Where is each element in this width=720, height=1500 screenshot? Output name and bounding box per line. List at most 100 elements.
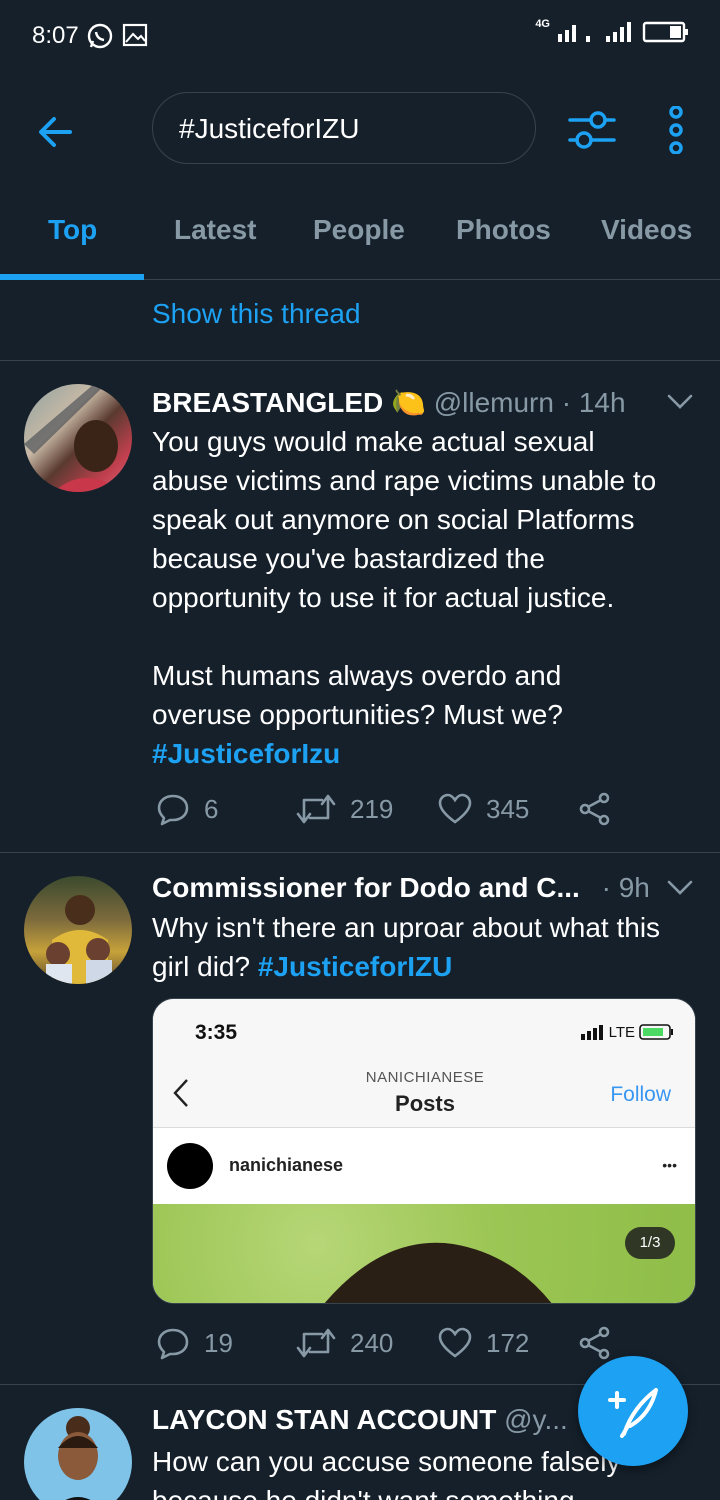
tweet-line: because you've bastardized the bbox=[152, 543, 545, 574]
back-button[interactable] bbox=[32, 108, 80, 156]
tweet-text: Why isn't there an uproar about what thi… bbox=[152, 908, 700, 986]
network-type: 4G bbox=[535, 18, 550, 30]
tweet-line: Must humans always overdo and bbox=[152, 660, 562, 691]
tweet-line: speak out anymore on social Platforms bbox=[152, 504, 635, 535]
embedded-follow-button: Follow bbox=[610, 1083, 671, 1106]
more-options-button[interactable] bbox=[660, 105, 692, 155]
embedded-status-icons: LTE bbox=[580, 1023, 675, 1041]
like-count: 345 bbox=[486, 793, 530, 824]
display-name[interactable]: LAYCON STAN ACCOUNT bbox=[152, 1404, 496, 1435]
embedded-signal-icon bbox=[580, 1025, 603, 1040]
embedded-username: nanichianese bbox=[229, 1155, 344, 1175]
status-system-icons: 4G bbox=[535, 18, 690, 44]
status-bar: 8:07 4G bbox=[0, 0, 720, 72]
avatar[interactable] bbox=[24, 876, 132, 984]
lemon-emoji: 🍋 bbox=[391, 387, 426, 418]
tab-top[interactable]: Top bbox=[48, 214, 97, 246]
tweet-line: overuse opportunities? Must we? bbox=[152, 699, 563, 730]
divider bbox=[0, 360, 720, 361]
username-handle: @y... bbox=[504, 1404, 568, 1435]
retweet-button[interactable]: 219 bbox=[296, 792, 393, 826]
tweet-header: Commissioner for Dodo and C... · 9h bbox=[152, 872, 650, 904]
avatar[interactable] bbox=[24, 384, 132, 492]
embedded-network: LTE bbox=[608, 1023, 635, 1041]
retweet-icon bbox=[296, 794, 336, 824]
status-notification-icons bbox=[86, 22, 148, 50]
like-button[interactable]: 172 bbox=[438, 1326, 529, 1360]
hashtag-link[interactable]: #JusticeforIZU bbox=[258, 951, 453, 982]
heart-icon bbox=[438, 1327, 472, 1358]
back-arrow-icon bbox=[39, 117, 72, 147]
tweet-text-tail: girl did? bbox=[152, 951, 251, 982]
reply-button[interactable]: 6 bbox=[156, 792, 218, 826]
retweet-icon bbox=[296, 1328, 336, 1358]
tweet-line: because he didn't want something bbox=[152, 1481, 700, 1500]
signal-2-icon bbox=[606, 22, 631, 42]
tweet-actions: 6 219 345 bbox=[152, 792, 672, 832]
retweet-button[interactable]: 240 bbox=[296, 1326, 393, 1360]
reply-count: 6 bbox=[204, 793, 219, 824]
divider bbox=[0, 852, 720, 853]
tweet-line: girl did? #JusticeforIZU bbox=[152, 947, 700, 986]
tweet-line: Why isn't there an uproar about what thi… bbox=[152, 912, 661, 943]
share-icon bbox=[579, 792, 610, 826]
avatar[interactable] bbox=[24, 1408, 132, 1500]
gallery-icon bbox=[122, 23, 148, 47]
search-filter-button[interactable] bbox=[566, 106, 618, 154]
search-header: #JusticeforIZU bbox=[0, 72, 720, 192]
filter-sliders-icon bbox=[568, 111, 616, 149]
battery-icon bbox=[642, 21, 688, 43]
tweet-header: BREASTANGLED 🍋 @llemurn · 14h bbox=[152, 386, 626, 419]
signal-icon bbox=[558, 25, 590, 42]
heart-icon bbox=[438, 793, 472, 824]
reply-icon bbox=[157, 794, 189, 826]
share-button[interactable] bbox=[578, 1326, 612, 1360]
display-name[interactable]: Commissioner for Dodo and C... bbox=[152, 872, 580, 903]
status-time: 8:07 bbox=[32, 22, 79, 49]
search-tabs: Top Latest People Photos Videos bbox=[0, 192, 720, 280]
embedded-battery-icon bbox=[639, 1024, 673, 1040]
share-icon bbox=[579, 1326, 610, 1360]
reply-count: 19 bbox=[204, 1327, 233, 1358]
avatar-photo bbox=[58, 1416, 98, 1500]
tab-people[interactable]: People bbox=[313, 214, 405, 246]
embedded-image-counter: 1/3 bbox=[625, 1227, 675, 1259]
tweet-line bbox=[152, 617, 700, 656]
reply-button[interactable]: 19 bbox=[156, 1326, 233, 1360]
embedded-photo-shape bbox=[324, 1242, 552, 1303]
tweet-line: You guys would make actual sexual bbox=[152, 426, 595, 457]
retweet-count: 240 bbox=[350, 1327, 394, 1358]
tweet-timestamp: · 9h bbox=[601, 872, 650, 903]
tweet-line: opportunity to use it for actual justice… bbox=[152, 582, 615, 613]
show-thread-link[interactable]: Show this thread bbox=[152, 298, 361, 330]
tweet-line: abuse victims and rape victims unable to bbox=[152, 465, 657, 496]
tweet-media-image[interactable]: 3:35 LTE NANICHIANESE Posts Follow nanic… bbox=[152, 998, 696, 1304]
chevron-down-icon[interactable] bbox=[666, 878, 694, 898]
embedded-more: ••• bbox=[662, 1157, 677, 1173]
avatar-photo bbox=[24, 384, 124, 492]
tweet-text: You guys would make actual sexual abuse … bbox=[152, 422, 700, 773]
embedded-avatar bbox=[167, 1143, 213, 1189]
active-tab-indicator bbox=[0, 274, 144, 280]
like-count: 172 bbox=[486, 1327, 530, 1358]
tab-videos[interactable]: Videos bbox=[601, 214, 692, 246]
compose-tweet-button[interactable] bbox=[578, 1356, 688, 1466]
hashtag-link[interactable]: #JusticeforIzu bbox=[152, 734, 700, 773]
display-name[interactable]: BREASTANGLED bbox=[152, 387, 383, 418]
embedded-photo bbox=[153, 1204, 695, 1303]
tweet-timestamp: · 14h bbox=[561, 387, 626, 418]
more-vertical-icon bbox=[669, 105, 683, 155]
chevron-down-icon[interactable] bbox=[666, 392, 694, 412]
search-query: #JusticeforIZU bbox=[179, 113, 360, 144]
embedded-time: 3:35 bbox=[195, 1021, 238, 1044]
share-button[interactable] bbox=[578, 792, 612, 826]
tab-latest[interactable]: Latest bbox=[174, 214, 256, 246]
whatsapp-icon bbox=[87, 23, 113, 49]
search-input[interactable]: #JusticeforIZU bbox=[152, 92, 536, 164]
like-button[interactable]: 345 bbox=[438, 792, 529, 826]
tab-photos[interactable]: Photos bbox=[456, 214, 551, 246]
retweet-count: 219 bbox=[350, 793, 394, 824]
tweet-header: LAYCON STAN ACCOUNT @y... bbox=[152, 1404, 568, 1436]
compose-tweet-icon bbox=[608, 1388, 658, 1438]
avatar-photo bbox=[46, 895, 112, 984]
